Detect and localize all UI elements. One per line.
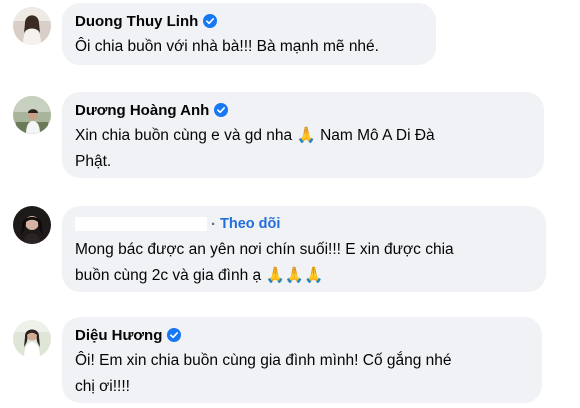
- verified-badge-icon: [167, 328, 182, 342]
- separator-dot: ·: [211, 215, 216, 233]
- avatar[interactable]: [13, 320, 51, 358]
- comment-bubble: Dương Hoàng Anh Xin chia buồn cùng e và …: [62, 92, 544, 178]
- verified-badge-icon: [214, 103, 229, 117]
- comment-bubble: Duong Thuy Linh Ôi chia buồn với nhà bà!…: [62, 3, 436, 65]
- avatar[interactable]: [13, 96, 51, 134]
- comment-author-row: · Theo dõi: [75, 214, 532, 234]
- redacted-name-block: [75, 217, 207, 231]
- comment-text: Mong bác được an yên nơi chín suối!!! E …: [75, 241, 454, 284]
- comment-author-name[interactable]: Dương Hoàng Anh: [75, 102, 209, 119]
- comment-author-name[interactable]: Duong Thuy Linh: [75, 13, 198, 30]
- comment-author-row: Dương Hoàng Anh: [75, 100, 530, 120]
- comment-author-row: Duong Thuy Linh: [75, 11, 422, 31]
- comment-bubble: · Theo dõi Mong bác được an yên nơi chín…: [62, 206, 546, 292]
- avatar[interactable]: [13, 7, 51, 45]
- comment-author-row: Diệu Hương: [75, 325, 528, 345]
- comment-text: Ôi! Em xin chia buồn cùng gia đình mình!…: [75, 352, 452, 395]
- avatar[interactable]: [13, 206, 51, 244]
- comment-text: Xin chia buồn cùng e và gd nha 🙏 Nam Mô …: [75, 127, 435, 170]
- comment-text: Ôi chia buồn với nhà bà!!! Bà mạnh mẽ nh…: [75, 38, 379, 55]
- comment-author-name[interactable]: Diệu Hương: [75, 327, 162, 344]
- comment-bubble: Diệu Hương Ôi! Em xin chia buồn cùng gia…: [62, 317, 542, 403]
- verified-badge-icon: [203, 14, 218, 28]
- follow-link[interactable]: Theo dõi: [220, 216, 280, 232]
